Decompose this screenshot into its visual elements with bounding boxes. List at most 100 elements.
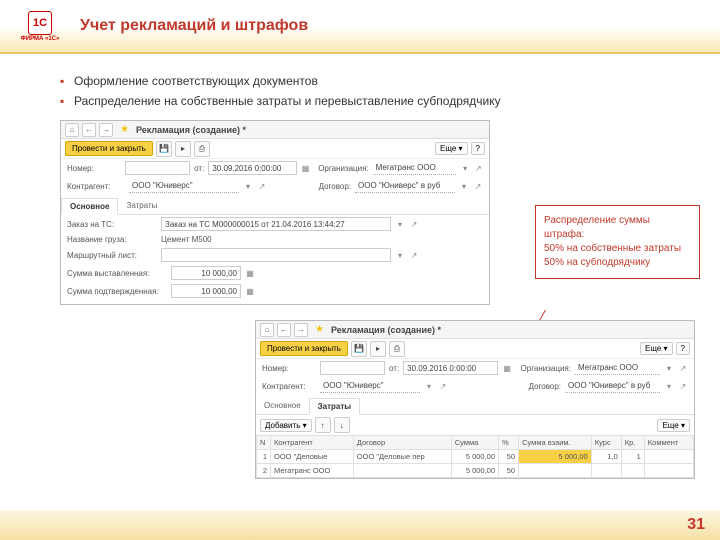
date-from-label: от: bbox=[389, 364, 399, 373]
number-input[interactable] bbox=[125, 161, 190, 175]
reclamation-window-main: ⌂ ← → ★ Рекламация (создание) * Провести… bbox=[60, 120, 490, 305]
col-kr[interactable]: Кр. bbox=[621, 436, 644, 450]
page-header: 1C ФИРМА «1С» Учет рекламаций и штрафов bbox=[0, 0, 720, 54]
window-title: Рекламация (создание) * bbox=[136, 125, 246, 135]
up-icon[interactable]: ↑ bbox=[315, 417, 331, 433]
post-icon[interactable]: ▸ bbox=[370, 341, 386, 357]
contract-label: Договор: bbox=[319, 182, 351, 191]
home-icon[interactable]: ⌂ bbox=[260, 323, 274, 337]
number-label: Номер: bbox=[67, 164, 121, 173]
callout-line3: 50% на субподрядчику bbox=[544, 256, 691, 270]
save-icon[interactable]: 💾 bbox=[351, 341, 367, 357]
table-row[interactable]: 2 Мегатранс ООО 5 000,00 50 bbox=[257, 464, 694, 478]
dropdown-icon[interactable]: ▾ bbox=[424, 382, 434, 391]
col-contract[interactable]: Договор bbox=[353, 436, 451, 450]
page-title: Учет рекламаций и штрафов bbox=[80, 17, 308, 35]
back-icon[interactable]: ← bbox=[277, 323, 291, 337]
forward-icon[interactable]: → bbox=[99, 123, 113, 137]
save-icon[interactable]: 💾 bbox=[156, 141, 172, 157]
calendar-icon[interactable]: ▦ bbox=[502, 364, 512, 373]
page-number: 31 bbox=[687, 516, 705, 534]
col-counterparty[interactable]: Контрагент bbox=[271, 436, 354, 450]
open-icon[interactable]: ↗ bbox=[409, 251, 419, 260]
col-comment[interactable]: Коммент bbox=[644, 436, 693, 450]
dropdown-icon[interactable]: ▾ bbox=[395, 220, 405, 229]
table-row[interactable]: 1 ООО "Деловые ООО "Деловые пер 5 000,00… bbox=[257, 450, 694, 464]
cargo-label: Название груза: bbox=[67, 235, 157, 244]
down-icon[interactable]: ↓ bbox=[334, 417, 350, 433]
help-button[interactable]: ? bbox=[471, 142, 485, 155]
org-input[interactable]: Мегатранс ООО bbox=[373, 161, 457, 175]
route-input[interactable] bbox=[161, 248, 391, 262]
callout-line1: Распределение суммы штрафа: bbox=[544, 214, 691, 242]
star-icon[interactable]: ★ bbox=[120, 124, 129, 135]
date-from-label: от: bbox=[194, 164, 204, 173]
highlighted-cell[interactable]: 5 000,00 bbox=[519, 450, 592, 464]
col-rate[interactable]: Курс bbox=[591, 436, 621, 450]
order-input[interactable]: Заказ на ТС М000000015 от 21.04.2016 13:… bbox=[161, 217, 391, 231]
col-percent[interactable]: % bbox=[499, 436, 519, 450]
toolbar: Провести и закрыть 💾 ▸ ⎙ Еще ▾ ? bbox=[256, 339, 694, 359]
home-icon[interactable]: ⌂ bbox=[65, 123, 79, 137]
org-label: Организация: bbox=[318, 164, 368, 173]
more-button[interactable]: Еще ▾ bbox=[657, 419, 690, 432]
star-icon[interactable]: ★ bbox=[315, 324, 324, 335]
dropdown-icon[interactable]: ▾ bbox=[460, 164, 469, 173]
tab-costs[interactable]: Затраты bbox=[309, 398, 360, 415]
open-icon[interactable]: ↗ bbox=[409, 220, 419, 229]
sum-confirmed-input[interactable]: 10 000,00 bbox=[171, 284, 241, 298]
print-icon[interactable]: ⎙ bbox=[389, 341, 405, 357]
org-input[interactable]: Мегатранс ООО bbox=[575, 361, 660, 375]
reclamation-window-costs: ⌂ ← → ★ Рекламация (создание) * Провести… bbox=[255, 320, 695, 479]
calendar-icon[interactable]: ▦ bbox=[301, 164, 310, 173]
col-sum[interactable]: Сумма bbox=[451, 436, 498, 450]
dropdown-icon[interactable]: ▾ bbox=[459, 182, 469, 191]
counterparty-input[interactable]: ООО "Юниверс" bbox=[129, 179, 239, 193]
post-icon[interactable]: ▸ bbox=[175, 141, 191, 157]
dropdown-icon[interactable]: ▾ bbox=[664, 382, 674, 391]
sum-issued-input[interactable]: 10 000,00 bbox=[171, 266, 241, 280]
calc-icon[interactable]: ▦ bbox=[245, 287, 255, 296]
open-icon[interactable]: ↗ bbox=[473, 182, 483, 191]
help-button[interactable]: ? bbox=[676, 342, 690, 355]
date-input[interactable]: 30.09.2016 0:00:00 bbox=[208, 161, 297, 175]
open-icon[interactable]: ↗ bbox=[678, 382, 688, 391]
open-icon[interactable]: ↗ bbox=[678, 364, 688, 373]
table-header: N Контрагент Договор Сумма % Сумма взаим… bbox=[257, 436, 694, 450]
col-mutual[interactable]: Сумма взаим. bbox=[519, 436, 592, 450]
tab-main[interactable]: Основное bbox=[256, 397, 309, 414]
number-input[interactable] bbox=[320, 361, 385, 375]
footer-band bbox=[0, 510, 720, 540]
sum-confirmed-label: Сумма подтвержденная: bbox=[67, 287, 167, 296]
more-button[interactable]: Еще ▾ bbox=[435, 142, 468, 155]
dropdown-icon[interactable]: ▾ bbox=[243, 182, 253, 191]
post-and-close-button[interactable]: Провести и закрыть bbox=[260, 341, 348, 356]
titlebar: ⌂ ← → ★ Рекламация (создание) * bbox=[61, 121, 489, 139]
tab-main[interactable]: Основное bbox=[61, 198, 118, 215]
date-input[interactable]: 30.09.2016 0:00:00 bbox=[403, 361, 498, 375]
open-icon[interactable]: ↗ bbox=[438, 382, 448, 391]
costs-table: N Контрагент Договор Сумма % Сумма взаим… bbox=[256, 435, 694, 478]
post-and-close-button[interactable]: Провести и закрыть bbox=[65, 141, 153, 156]
col-n[interactable]: N bbox=[257, 436, 271, 450]
dropdown-icon[interactable]: ▾ bbox=[395, 251, 405, 260]
add-button[interactable]: Добавить ▾ bbox=[260, 419, 312, 432]
tab-bar: Основное Затраты bbox=[256, 397, 694, 415]
bullet-item: Распределение на собственные затраты и п… bbox=[60, 94, 680, 108]
window-title: Рекламация (создание) * bbox=[331, 325, 441, 335]
contract-input[interactable]: ООО "Юниверс" в руб bbox=[355, 179, 455, 193]
counterparty-input[interactable]: ООО "Юниверс" bbox=[320, 379, 420, 393]
bullet-list: Оформление соответствующих документов Ра… bbox=[60, 74, 680, 108]
tab-costs[interactable]: Затраты bbox=[118, 197, 165, 214]
open-icon[interactable]: ↗ bbox=[474, 164, 483, 173]
dropdown-icon[interactable]: ▾ bbox=[664, 364, 674, 373]
open-icon[interactable]: ↗ bbox=[257, 182, 267, 191]
logo-1c: 1C ФИРМА «1С» bbox=[10, 6, 70, 46]
contract-input[interactable]: ООО "Юниверс" в руб bbox=[565, 379, 660, 393]
back-icon[interactable]: ← bbox=[82, 123, 96, 137]
more-button[interactable]: Еще ▾ bbox=[640, 342, 673, 355]
titlebar: ⌂ ← → ★ Рекламация (создание) * bbox=[256, 321, 694, 339]
forward-icon[interactable]: → bbox=[294, 323, 308, 337]
print-icon[interactable]: ⎙ bbox=[194, 141, 210, 157]
calc-icon[interactable]: ▦ bbox=[245, 269, 255, 278]
